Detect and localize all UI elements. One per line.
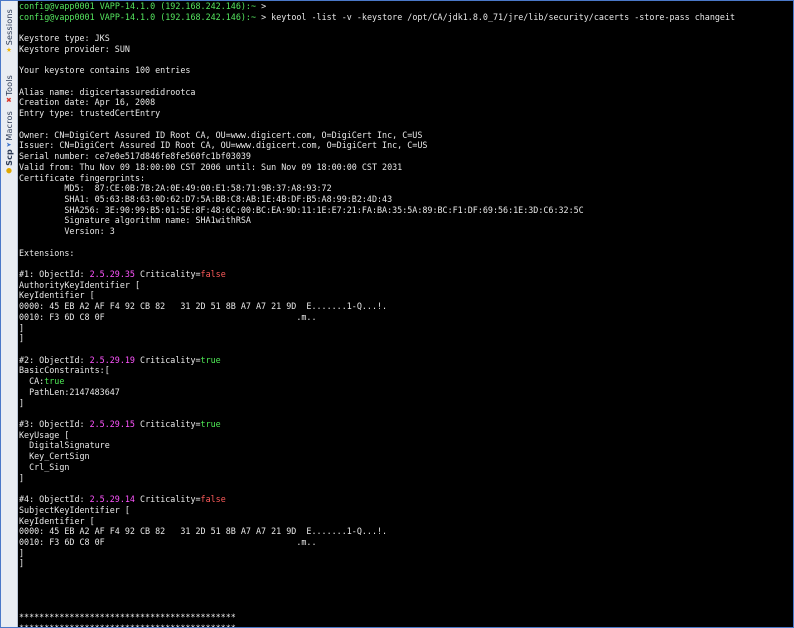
side-panel: Sessions ★ Tools ✖ Macros ➤ Scp ● [1, 1, 18, 627]
extension-header: #2: ObjectId: 2.5.29.19 Criticality=true [19, 354, 221, 365]
output-line: 0010: F3 6D C8 0F .m.. [19, 536, 317, 547]
output-line: Your keystore contains 100 entries [19, 65, 191, 76]
tab-macros[interactable]: Macros ➤ [1, 109, 17, 151]
output-line: Owner: CN=DigiCert Assured ID Root CA, O… [19, 129, 423, 140]
output-line: Crl_Sign [19, 461, 70, 472]
tab-scp[interactable]: Scp ● [1, 147, 17, 176]
output-line: ] [19, 547, 25, 558]
output-line: Valid from: Thu Nov 09 18:00:00 CST 2006… [19, 161, 403, 172]
output-line: Extensions: [19, 247, 75, 258]
output-line: Certificate fingerprints: [19, 172, 146, 183]
output-line: PathLen:2147483647 [19, 386, 120, 397]
output-line: DigitalSignature [19, 440, 110, 451]
extension-header: #1: ObjectId: 2.5.29.35 Criticality=fals… [19, 268, 226, 279]
output-line: Signature algorithm name: SHA1withRSA [19, 215, 251, 226]
tab-tools-label: Tools [4, 75, 14, 96]
output-line: Version: 3 [19, 226, 115, 237]
tab-sessions-label: Sessions [4, 9, 14, 46]
output-line: SHA256: 3E:90:99:B5:01:5E:8F:48:6C:00:BC… [19, 204, 584, 215]
tab-macros-label: Macros [4, 111, 14, 141]
tools-icon: ✖ [6, 95, 12, 106]
star-icon: ★ [6, 45, 12, 56]
tab-sessions[interactable]: Sessions ★ [1, 7, 17, 55]
extension-header: #4: ObjectId: 2.5.29.14 Criticality=fals… [19, 494, 226, 505]
extension-header: #3: ObjectId: 2.5.29.15 Criticality=true [19, 419, 221, 430]
tab-tools[interactable]: Tools ✖ [1, 73, 17, 106]
output-line: 0010: F3 6D C8 0F .m.. [19, 311, 317, 322]
output-line: Alias name: digicertassuredidrootca [19, 86, 196, 97]
output-line: MD5: 87:CE:0B:7B:2A:0E:49:00:E1:58:71:9B… [19, 183, 332, 194]
output-line: Entry type: trustedCertEntry [19, 108, 161, 119]
separator-line: ****************************************… [19, 623, 793, 627]
terminal-output[interactable]: config@vapp0001 VAPP-14.1.0 (192.168.242… [18, 1, 793, 627]
output-line: Keystore type: JKS [19, 33, 110, 44]
output-line: KeyIdentifier [ [19, 290, 95, 301]
output-line: BasicConstraints:[ [19, 365, 110, 376]
output-line: 0000: 45 EB A2 AF F4 92 CB 82 31 2D 51 8… [19, 526, 388, 537]
prompt-line: config@vapp0001 VAPP-14.1.0 (192.168.242… [19, 1, 267, 11]
tab-scp-label: Scp [4, 149, 14, 166]
output-line: Serial number: ce7e0e517d846fe8fe560fc1b… [19, 151, 251, 162]
command-line: config@vapp0001 VAPP-14.1.0 (192.168.242… [19, 11, 736, 22]
output-line: Keystore provider: SUN [19, 43, 130, 54]
output-line: SHA1: 05:63:B8:63:0D:62:D7:5A:BB:C8:AB:1… [19, 193, 393, 204]
output-line: Issuer: CN=DigiCert Assured ID Root CA, … [19, 140, 428, 151]
output-line: ] [19, 322, 25, 333]
output-line: AuthorityKeyIdentifier [ [19, 279, 141, 290]
scp-icon: ● [6, 165, 12, 176]
output-line: KeyIdentifier [ [19, 515, 95, 526]
output-line: ] [19, 558, 25, 569]
output-line: CA:true [19, 376, 65, 387]
output-line: ] [19, 397, 25, 408]
separator-line: ****************************************… [19, 611, 236, 622]
output-line: 0000: 45 EB A2 AF F4 92 CB 82 31 2D 51 8… [19, 301, 388, 312]
output-line: ] [19, 472, 25, 483]
output-line: SubjectKeyIdentifier [ [19, 504, 130, 515]
output-line: Creation date: Apr 16, 2008 [19, 97, 156, 108]
output-line: KeyUsage [ [19, 429, 70, 440]
output-line: ] [19, 333, 25, 344]
output-line: Key_CertSign [19, 451, 90, 462]
